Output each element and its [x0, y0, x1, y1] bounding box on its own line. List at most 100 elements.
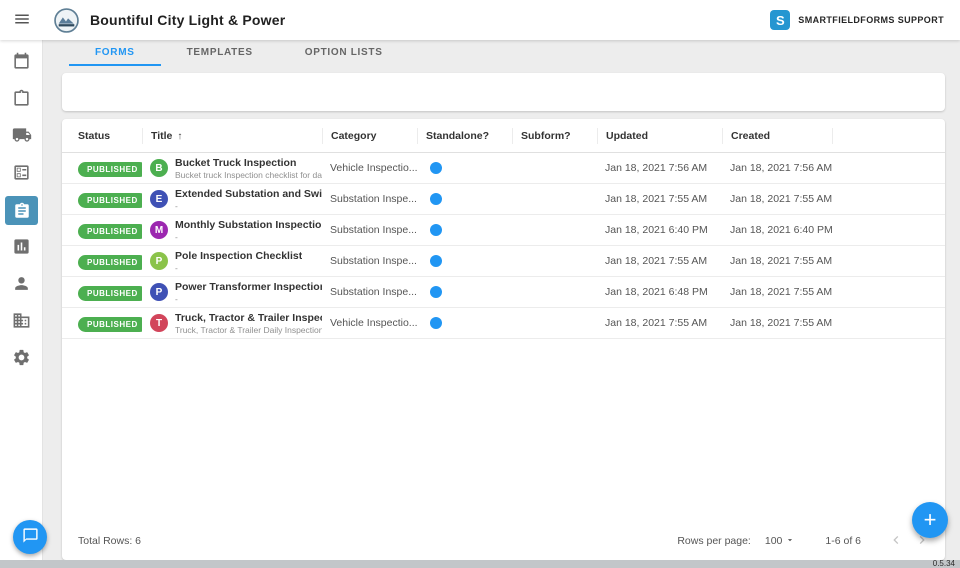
title-cell: M Monthly Substation Inspection Wor... - — [142, 219, 322, 242]
title-text: Bucket Truck Inspection Bucket truck Ins… — [175, 157, 322, 180]
chart-icon — [12, 237, 31, 259]
table-row[interactable]: PUBLISHED B Bucket Truck Inspection Buck… — [62, 153, 945, 184]
sidebar-item-tasks[interactable] — [0, 81, 43, 118]
row-subtitle: - — [175, 231, 178, 242]
chevron-left-icon — [888, 532, 904, 551]
row-category: Vehicle Inspectio... — [330, 162, 417, 174]
column-header-title[interactable]: Title ↑ — [142, 127, 322, 144]
rows-per-page-select[interactable]: 100 — [765, 535, 796, 548]
column-header-status[interactable]: Status — [70, 128, 142, 144]
row-created: Jan 18, 2021 7:55 AM — [730, 193, 832, 205]
row-title: Truck, Tractor & Trailer Inspection — [175, 311, 322, 324]
standalone-dot — [430, 161, 442, 174]
standalone-dot — [430, 285, 442, 298]
column-header-title-label: Title — [151, 129, 173, 142]
chat-button[interactable] — [13, 520, 47, 554]
row-updated: Jan 18, 2021 7:55 AM — [605, 255, 708, 267]
title-text: Power Transformer Inspection - — [175, 281, 322, 304]
standalone-dot — [430, 254, 442, 267]
status-badge: PUBLISHED — [78, 317, 142, 332]
title-cell: T Truck, Tractor & Trailer Inspection Tr… — [142, 312, 322, 335]
status-cell: PUBLISHED — [70, 221, 142, 239]
title-text: Monthly Substation Inspection Wor... - — [175, 219, 322, 242]
standalone-dot — [430, 192, 442, 205]
total-rows-label: Total Rows: 6 — [78, 535, 142, 547]
table-footer: Total Rows: 6 Rows per page: 100 1-6 of … — [62, 522, 945, 560]
row-avatar: T — [150, 314, 168, 332]
row-updated: Jan 18, 2021 7:55 AM — [605, 317, 708, 329]
status-cell: PUBLISHED — [70, 159, 142, 177]
tab-templates[interactable]: TEMPLATES — [161, 40, 279, 66]
sidebar-item-records[interactable] — [0, 155, 43, 192]
sidebar-item-settings[interactable] — [0, 340, 43, 377]
sidebar-item-organization[interactable] — [0, 303, 43, 340]
sidebar — [0, 40, 43, 560]
standalone-dot — [430, 223, 442, 236]
rows-per-page-label: Rows per page: — [677, 535, 751, 547]
sidebar-item-forms[interactable] — [0, 192, 43, 229]
column-header-updated[interactable]: Updated — [597, 127, 722, 144]
tab-forms[interactable]: FORMS — [69, 40, 161, 66]
row-subtitle: Truck, Tractor & Trailer Daily Inspectio… — [175, 324, 322, 335]
sidebar-item-users[interactable] — [0, 266, 43, 303]
row-avatar: E — [150, 190, 168, 208]
title-cell: E Extended Substation and Switching... - — [142, 188, 322, 211]
building-icon — [12, 311, 31, 333]
status-badge: PUBLISHED — [78, 162, 142, 177]
status-cell: PUBLISHED — [70, 314, 142, 332]
app-root: Bountiful City Light & Power S SMARTFIEL… — [0, 0, 960, 568]
column-header-created[interactable]: Created — [722, 127, 832, 144]
row-created: Jan 18, 2021 6:40 PM — [730, 224, 832, 236]
forms-icon — [5, 196, 38, 225]
row-avatar: B — [150, 159, 168, 177]
sidebar-item-reports[interactable] — [0, 229, 43, 266]
rows-per-page-value: 100 — [764, 535, 783, 547]
row-title: Monthly Substation Inspection Wor... — [175, 218, 322, 231]
support-link[interactable]: S SMARTFIELDFORMS SUPPORT — [770, 10, 944, 30]
clipboard-icon — [12, 89, 31, 111]
status-cell: PUBLISHED — [70, 190, 142, 208]
column-header-category[interactable]: Category — [322, 127, 417, 144]
sidebar-item-schedule[interactable] — [0, 44, 43, 81]
tab-option-lists[interactable]: OPTION LISTS — [279, 40, 409, 66]
row-title: Bucket Truck Inspection — [175, 156, 297, 169]
row-updated: Jan 18, 2021 6:48 PM — [605, 286, 708, 298]
status-badge: PUBLISHED — [78, 193, 142, 208]
title-cell: P Power Transformer Inspection - — [142, 281, 322, 304]
row-subtitle: - — [175, 293, 178, 304]
row-updated: Jan 18, 2021 7:55 AM — [605, 193, 708, 205]
add-form-button[interactable]: + — [912, 502, 948, 538]
page-title: Bountiful City Light & Power — [90, 12, 286, 28]
row-title: Pole Inspection Checklist — [175, 249, 303, 262]
table-row[interactable]: PUBLISHED P Pole Inspection Checklist - … — [62, 246, 945, 277]
column-header-subform[interactable]: Subform? — [512, 127, 597, 144]
menu-button[interactable] — [0, 0, 43, 40]
row-category: Vehicle Inspectio... — [330, 317, 417, 329]
tab-bar: FORMS TEMPLATES OPTION LISTS — [43, 40, 960, 66]
row-category: Substation Inspe... — [330, 255, 417, 267]
sort-ascending-icon: ↑ — [177, 130, 183, 142]
table-row[interactable]: PUBLISHED T Truck, Tractor & Trailer Ins… — [62, 308, 945, 339]
status-cell: PUBLISHED — [70, 252, 142, 270]
chat-bubble-icon — [22, 527, 39, 547]
table-row[interactable]: PUBLISHED M Monthly Substation Inspectio… — [62, 215, 945, 246]
row-updated: Jan 18, 2021 6:40 PM — [605, 224, 708, 236]
column-header-standalone[interactable]: Standalone? — [417, 127, 512, 144]
title-text: Pole Inspection Checklist - — [175, 250, 302, 273]
row-subtitle: - — [175, 200, 178, 211]
ballot-icon — [12, 163, 31, 185]
filter-card[interactable] — [62, 73, 945, 111]
row-created: Jan 18, 2021 7:56 AM — [730, 162, 832, 174]
standalone-cell — [417, 252, 512, 270]
hamburger-menu-icon — [13, 10, 31, 31]
forms-table: Status Title ↑ Category Standalone? Subfo… — [62, 119, 945, 560]
table-row[interactable]: PUBLISHED P Power Transformer Inspection… — [62, 277, 945, 308]
standalone-dot — [430, 316, 442, 329]
status-badge: PUBLISHED — [78, 224, 142, 239]
standalone-cell — [417, 190, 512, 208]
version-label: 0.5.34 — [932, 559, 955, 568]
sidebar-item-fleet[interactable] — [0, 118, 43, 155]
table-row[interactable]: PUBLISHED E Extended Substation and Swit… — [62, 184, 945, 215]
row-category: Substation Inspe... — [330, 193, 417, 205]
previous-page-button[interactable] — [883, 528, 909, 554]
